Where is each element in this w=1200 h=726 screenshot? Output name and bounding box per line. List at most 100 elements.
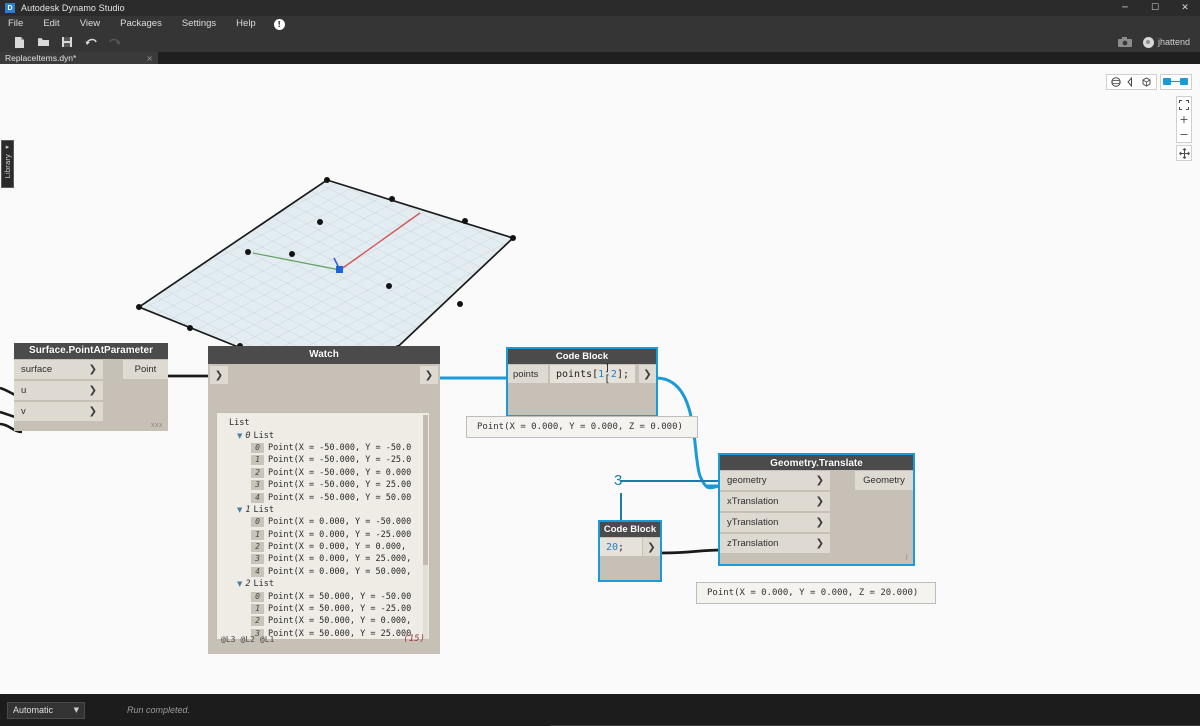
input-port[interactable]: ❯ (210, 366, 228, 384)
node-body: surface ❯ Point u ❯ v ❯ (14, 359, 168, 431)
level-badge-l2[interactable]: @L2 (240, 635, 254, 644)
minimize-button[interactable]: ─ (1110, 0, 1140, 16)
undo-icon[interactable] (79, 33, 103, 51)
item-count: (15) (403, 634, 425, 644)
input-row-u[interactable]: u ❯ (14, 380, 168, 401)
user-account[interactable]: jhattend (1143, 37, 1190, 48)
node-geometry-translate[interactable]: Geometry.Translate geometry ❯ Geometry x… (718, 453, 915, 566)
close-icon[interactable]: × (146, 54, 153, 63)
item-index: 0 (251, 517, 264, 527)
node-title: Surface.PointAtParameter (14, 343, 168, 359)
save-icon[interactable] (55, 33, 79, 51)
chevron-down-icon: ▼ (74, 706, 79, 714)
input-row-geometry[interactable]: geometry ❯ Geometry (720, 470, 913, 491)
graph-canvas[interactable]: ▸ Library (0, 64, 1200, 694)
input-port-label-u: u (21, 385, 26, 396)
notification-icon[interactable]: ! (274, 19, 285, 30)
list-item: 2Point(X = 0.000, Y = 0.000, (217, 541, 429, 553)
node-code-block-points[interactable]: Code Block points points[1][2]; ❯ (506, 347, 658, 417)
level-badge-l1[interactable]: @L1 (260, 635, 274, 644)
scrollbar-thumb[interactable] (423, 415, 428, 565)
zoom-to-fit-icon[interactable] (1176, 97, 1192, 112)
output-port-geometry[interactable]: Geometry (855, 471, 913, 490)
chevron-right-icon: ❯ (816, 475, 824, 486)
caret-down-icon[interactable]: ▼ (237, 432, 242, 440)
item-index: 4 (251, 567, 264, 577)
menu-bar: File Edit View Packages Settings Help ! (0, 16, 1200, 32)
caret-down-icon[interactable]: ▼ (237, 506, 242, 514)
dynamo-logo-icon: D (5, 3, 15, 13)
output-port-point[interactable]: Point (123, 360, 168, 379)
item-index: 3 (251, 554, 264, 564)
caret-down-icon[interactable]: ▼ (237, 580, 242, 588)
user-name: jhattend (1158, 37, 1190, 47)
scrollbar[interactable] (423, 415, 428, 639)
item-text: Point(X = 50.000, Y = -50.00 (268, 592, 411, 602)
menu-item-help[interactable]: Help (226, 16, 266, 32)
node-surface-point-at-parameter[interactable]: Surface.PointAtParameter surface ❯ Point… (14, 343, 168, 431)
input-port-label-geometry: geometry (727, 475, 767, 486)
input-port-points[interactable]: points (508, 365, 548, 383)
pan-tool-icon[interactable] (1176, 145, 1192, 161)
menu-item-packages[interactable]: Packages (110, 16, 172, 32)
input-row-v[interactable]: v ❯ (14, 401, 168, 422)
chevron-right-icon: ❯ (816, 538, 824, 549)
node-code-block-20[interactable]: Code Block 20; ❯ (598, 520, 662, 582)
level-badge-l3[interactable]: @L3 (221, 635, 235, 644)
list-item: 1Point(X = 50.000, Y = -25.00 (217, 603, 429, 615)
code-text-suffix: ]; (617, 369, 629, 380)
callout-line-3-horiz (620, 480, 724, 482)
zoom-in-button[interactable]: + (1176, 112, 1192, 127)
item-index: 1 (251, 530, 264, 540)
list-item: 3Point(X = 0.000, Y = 25.000, (217, 553, 429, 565)
orbit-icon[interactable] (1109, 75, 1124, 89)
list-item[interactable]: ▼ 2 List (217, 578, 429, 590)
menu-item-edit[interactable]: Edit (33, 16, 69, 32)
code-value: 20 (606, 542, 618, 553)
input-row-ztranslation[interactable]: zTranslation ❯ (720, 533, 913, 554)
menu-item-settings[interactable]: Settings (172, 16, 226, 32)
input-row-xtranslation[interactable]: xTranslation ❯ (720, 491, 913, 512)
run-mode-select[interactable]: Automatic ▼ (7, 702, 85, 719)
new-file-icon[interactable] (7, 33, 31, 51)
zoom-out-button[interactable]: − (1176, 127, 1192, 142)
input-row-ytranslation[interactable]: yTranslation ❯ (720, 512, 913, 533)
input-port-label-xtranslation: xTranslation (727, 496, 778, 507)
list-item[interactable]: ▼ 1 List (217, 504, 429, 516)
maximize-button[interactable]: ☐ (1140, 0, 1170, 16)
window-controls: ─ ☐ ✕ (1110, 0, 1200, 16)
perspective-box-icon[interactable] (1139, 75, 1154, 89)
code-suffix: ; (618, 542, 624, 553)
redo-icon[interactable] (103, 33, 127, 51)
close-button[interactable]: ✕ (1170, 0, 1200, 16)
camera-icon[interactable] (1117, 36, 1133, 48)
sublist-index: 2 (245, 579, 250, 589)
pan-icon[interactable] (1124, 75, 1139, 89)
file-tab-label: ReplaceItems.dyn* (5, 53, 76, 63)
input-port-label-surface: surface (21, 364, 52, 375)
input-row-surface[interactable]: surface ❯ Point (14, 359, 168, 380)
chevron-right-icon: ❯ (816, 517, 824, 528)
list-item: 1 Point(X = 0.000, Y = -25.000 (217, 529, 429, 541)
item-text: Point(X = 0.000, Y = -25.000 (268, 530, 411, 540)
camera-nav-group (1106, 74, 1157, 90)
node-footer-dots: l (906, 555, 908, 562)
output-port[interactable]: ❯ (420, 366, 438, 384)
item-text: Point(X = 0.000, Y = -50.000 (268, 517, 411, 527)
open-folder-icon[interactable] (31, 33, 55, 51)
output-port[interactable]: ❯ (639, 365, 656, 383)
code-editor[interactable]: points[1][2]; (550, 365, 635, 383)
code-text-mid: ][ (604, 363, 611, 385)
watch-result-list[interactable]: List ▼ 0 List 0Point(X = -50.000, Y = -5… (216, 412, 430, 640)
node-body: ❯ ❯ List ▼ 0 List 0Point(X = -50.000, Y … (208, 364, 440, 654)
menu-item-view[interactable]: View (70, 16, 110, 32)
node-watch[interactable]: Watch ❯ ❯ List ▼ 0 List 0Point(X = -50.0… (208, 346, 440, 654)
menu-item-file[interactable]: File (0, 16, 33, 32)
run-mode-label: Automatic (13, 705, 53, 715)
graph-view-toggle-icon[interactable] (1160, 74, 1192, 90)
code-editor[interactable]: 20; (600, 538, 642, 556)
output-port[interactable]: ❯ (643, 538, 660, 556)
file-tab-replaceitems[interactable]: ReplaceItems.dyn* × (0, 52, 158, 64)
sidebar-item-library[interactable]: ▸ Library (1, 140, 14, 188)
list-item[interactable]: ▼ 0 List (217, 429, 429, 441)
